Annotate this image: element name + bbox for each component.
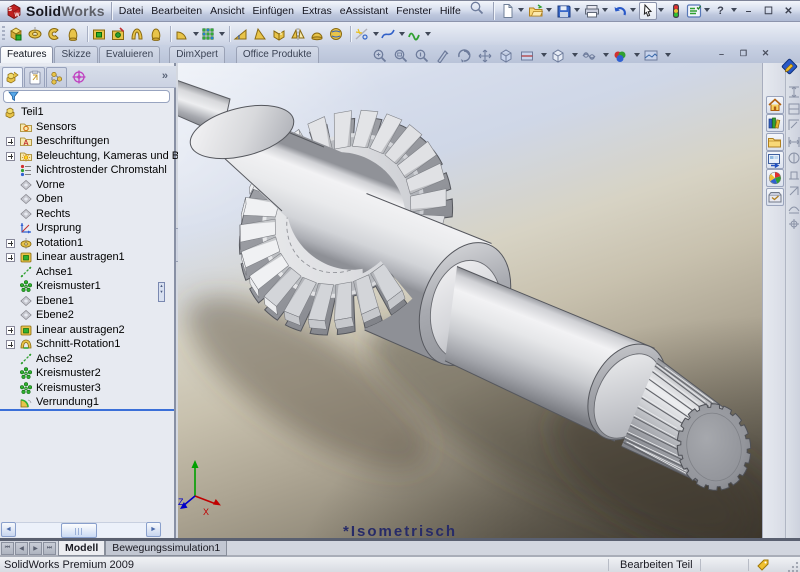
svg-text:X: X bbox=[203, 507, 209, 517]
svg-text:A: A bbox=[23, 138, 29, 147]
svg-text:Z: Z bbox=[178, 497, 184, 507]
svg-text:*Isometrisch: *Isometrisch bbox=[343, 523, 457, 538]
